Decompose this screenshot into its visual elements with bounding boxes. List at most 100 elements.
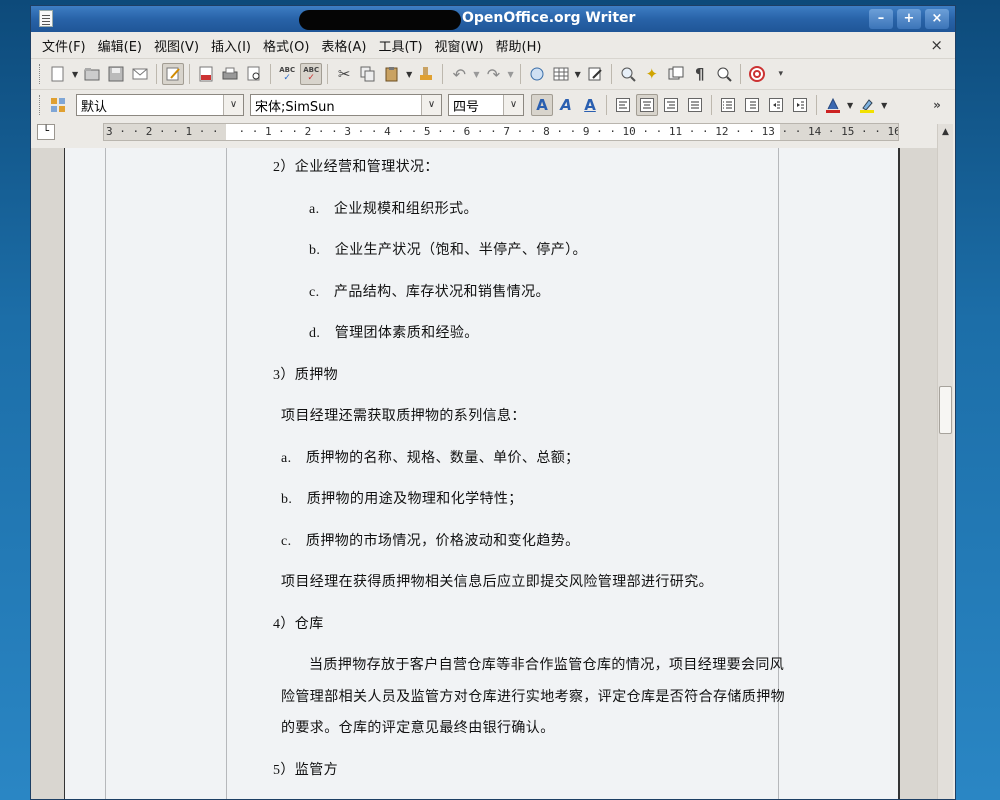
new-dropdown-icon[interactable]: ▼ [72,70,78,79]
bullets-icon[interactable] [741,94,763,116]
table-dropdown-icon[interactable]: ▼ [575,70,581,79]
close-window-button[interactable]: × [925,9,949,29]
horizontal-ruler[interactable]: 3 · · 2 · · 1 · · · · 1 · · 2 · · 3 · · … [103,123,899,141]
undo-icon[interactable]: ↶ [448,63,470,85]
highlight-icon[interactable] [856,94,878,116]
window-title: OpenOffice.org Writer [462,10,636,26]
doc-line: b. 质押物的用途及物理和化学特性； [281,492,523,507]
toolbar-grip[interactable] [39,95,42,115]
doc-line: 3）质押物 [273,368,338,383]
cut-icon[interactable]: ✂ [333,63,355,85]
clone-formatting-icon[interactable] [415,63,437,85]
chevron-down-icon[interactable]: ∨ [421,95,441,115]
menu-edit[interactable]: 编辑(E) [93,36,147,55]
open-icon[interactable] [81,63,103,85]
formatting-marks-icon[interactable]: ¶ [689,63,711,85]
text-boundary-left [226,148,227,799]
redo-icon[interactable]: ↷ [482,63,504,85]
redacted-filename [299,10,461,30]
decrease-indent-icon[interactable] [765,94,787,116]
menu-view[interactable]: 视图(V) [149,36,204,55]
menu-format[interactable]: 格式(O) [258,36,314,55]
spellcheck-icon[interactable]: ABC ✓ [276,63,298,85]
align-center-icon[interactable] [636,94,658,116]
ruler-row: └ 3 · · 2 · · 1 · · · · 1 · · 2 · · 3 · … [31,120,955,144]
toolbar-overflow-icon[interactable]: » [926,94,948,116]
vertical-scrollbar[interactable]: ▲ [937,124,953,799]
font-name-select[interactable]: 宋体;SimSun ∨ [250,94,442,116]
zoom-icon[interactable] [713,63,735,85]
menu-file[interactable]: 文件(F) [37,36,91,55]
menu-table[interactable]: 表格(A) [316,36,371,55]
minimize-button[interactable]: – [869,9,893,29]
print-preview-icon[interactable] [243,63,265,85]
doc-line: 2）企业经营和管理状况： [273,160,439,175]
insert-object-icon[interactable] [584,63,606,85]
redo-dropdown-icon[interactable]: ▼ [507,70,513,79]
paste-icon[interactable] [381,63,403,85]
doc-line: 项目经理还需获取质押物的系列信息： [281,409,526,424]
close-document-icon[interactable]: × [930,36,943,54]
menu-insert[interactable]: 插入(I) [206,36,256,55]
chevron-down-icon[interactable]: ∨ [503,95,523,115]
page-margin-guide [105,148,106,799]
justify-icon[interactable] [684,94,706,116]
edit-mode-icon[interactable] [162,63,185,85]
doc-line: b. 企业生产状况（饱和、半停产、停产）。 [309,243,587,258]
undo-dropdown-icon[interactable]: ▼ [473,70,479,79]
new-document-icon[interactable] [47,63,69,85]
underline-icon[interactable]: A [579,94,601,116]
document-area: 2）企业经营和管理状况： a. 企业规模和组织形式。 b. 企业生产状况（饱和、… [31,148,937,799]
document-page[interactable]: 2）企业经营和管理状况： a. 企业规模和组织形式。 b. 企业生产状况（饱和、… [64,148,900,799]
navigator-icon[interactable]: ✦ [641,63,663,85]
toolbar-overflow-icon[interactable]: ▾ [770,63,792,85]
doc-line: d. 管理团体素质和经验。 [309,326,479,341]
scroll-up-icon[interactable]: ▲ [938,124,953,140]
export-pdf-icon[interactable] [195,63,217,85]
copy-icon[interactable] [357,63,379,85]
font-size-select[interactable]: 四号 ∨ [448,94,524,116]
toolbar-grip[interactable] [39,64,42,84]
help-icon[interactable] [746,63,768,85]
menu-tools[interactable]: 工具(T) [373,36,427,55]
menu-help[interactable]: 帮助(H) [491,36,547,55]
print-icon[interactable] [219,63,241,85]
save-icon[interactable] [105,63,127,85]
document-icon [39,10,53,27]
find-replace-icon[interactable] [617,63,639,85]
align-right-icon[interactable] [660,94,682,116]
increase-indent-icon[interactable] [789,94,811,116]
numbering-icon[interactable] [717,94,739,116]
formatting-toolbar: 默认 ∨ 宋体;SimSun ∨ 四号 ∨ A A A ▼ ▼ » [31,89,955,120]
app-window: OpenOffice.org Writer – + × 文件(F) 编辑(E) … [30,5,956,800]
tab-stop-selector[interactable]: └ [37,124,55,140]
doc-line: a. 质押物的名称、规格、数量、单价、总额； [281,451,580,466]
hyperlink-icon[interactable] [526,63,548,85]
font-size-value: 四号 [453,99,480,115]
bold-icon[interactable]: A [531,94,553,116]
maximize-button[interactable]: + [897,9,921,29]
menu-window[interactable]: 视窗(W) [430,36,489,55]
align-left-icon[interactable] [612,94,634,116]
paste-dropdown-icon[interactable]: ▼ [406,70,412,79]
chevron-down-icon[interactable]: ∨ [223,95,243,115]
font-name-value: 宋体;SimSun [255,99,335,115]
table-icon[interactable] [550,63,572,85]
gallery-icon[interactable] [665,63,687,85]
doc-line: 的要求。仓库的评定意见最终由银行确认。 [281,721,555,736]
font-color-dropdown-icon[interactable]: ▼ [847,101,853,110]
doc-line: 4）仓库 [273,617,324,632]
italic-icon[interactable]: A [555,94,577,116]
autospellcheck-icon[interactable]: ABC ✓ [300,63,323,85]
doc-line: 5）监管方 [273,763,338,778]
paragraph-style-select[interactable]: 默认 ∨ [76,94,244,116]
mail-icon[interactable] [129,63,151,85]
highlight-dropdown-icon[interactable]: ▼ [881,101,887,110]
styles-formatting-icon[interactable] [47,94,69,116]
title-bar[interactable]: OpenOffice.org Writer – + × [31,6,955,32]
scroll-thumb[interactable] [939,386,952,434]
doc-line: 险管理部相关人员及监管方对仓库进行实地考察，评定仓库是否符合存储质押物 [281,690,785,705]
font-color-icon[interactable] [822,94,844,116]
menu-bar: 文件(F) 编辑(E) 视图(V) 插入(I) 格式(O) 表格(A) 工具(T… [31,32,955,58]
doc-line: a. 企业规模和组织形式。 [309,202,478,217]
